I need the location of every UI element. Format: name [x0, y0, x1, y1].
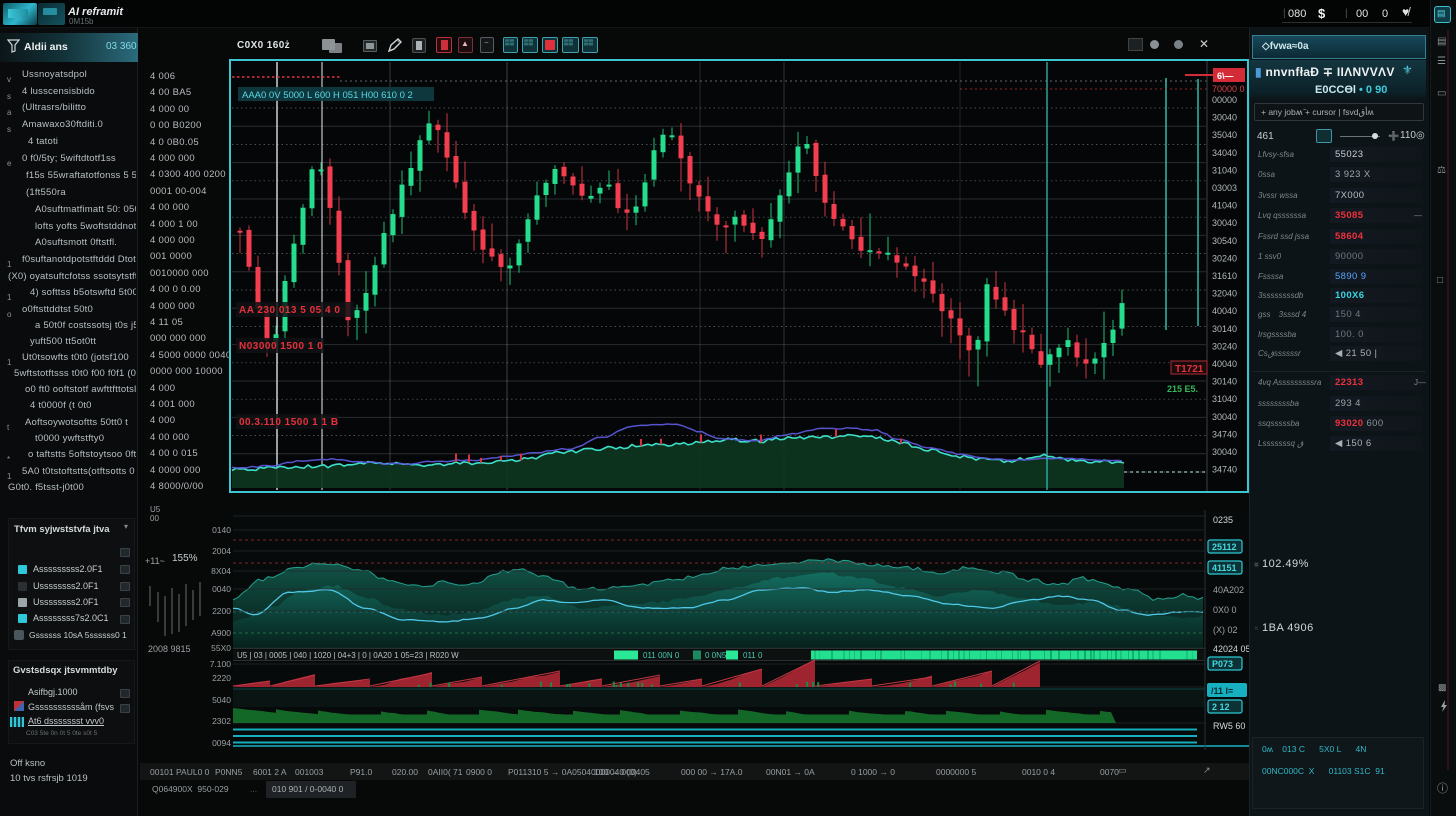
svg-text:30240: 30240 [1212, 253, 1237, 263]
svg-text:30040: 30040 [1212, 218, 1237, 228]
svg-text:31040: 31040 [1212, 165, 1237, 175]
svg-text:T1721: T1721 [1175, 364, 1204, 375]
svg-text:30140: 30140 [1212, 324, 1237, 334]
svg-text:2 12: 2 12 [1212, 702, 1230, 712]
svg-text:31040: 31040 [1212, 394, 1237, 404]
svg-text:40040: 40040 [1212, 359, 1237, 369]
svg-text:U5 | 03 | 0005 | 040 | 1020 |: U5 | 03 | 0005 | 040 | 1020 | 04+3 | 0 |… [237, 651, 459, 660]
svg-text:40040: 40040 [1212, 306, 1237, 316]
svg-text:N03000 1500 1 0: N03000 1500 1 0 [239, 341, 323, 352]
svg-text:30240: 30240 [1212, 341, 1237, 351]
svg-text:40A202: 40A202 [1213, 585, 1244, 595]
svg-text:RW5 60: RW5 60 [1213, 721, 1245, 731]
svg-text:34040: 34040 [1212, 148, 1237, 158]
svg-text:0235: 0235 [1213, 515, 1233, 525]
svg-text:215 E5.: 215 E5. [1167, 384, 1198, 394]
svg-text:41040: 41040 [1212, 201, 1237, 211]
svg-text:35040: 35040 [1212, 130, 1237, 140]
svg-text:P073: P073 [1212, 659, 1233, 669]
svg-text:70000 0: 70000 0 [1212, 84, 1245, 94]
svg-text:32040: 32040 [1212, 289, 1237, 299]
svg-text:30040: 30040 [1212, 113, 1237, 123]
svg-text:03003: 03003 [1212, 183, 1237, 193]
svg-text:6\—: 6\— [1217, 71, 1234, 81]
svg-text:30540: 30540 [1212, 236, 1237, 246]
svg-text:34740: 34740 [1212, 429, 1237, 439]
svg-text:011 00N 0: 011 00N 0 [643, 651, 680, 660]
svg-text:41151: 41151 [1212, 563, 1237, 573]
svg-text:(X) 02: (X) 02 [1213, 625, 1238, 635]
svg-text:30140: 30140 [1212, 377, 1237, 387]
svg-text:42024 05: 42024 05 [1213, 644, 1249, 654]
svg-text:00.3.110 1500 1 1 B: 00.3.110 1500 1 1 B [239, 417, 339, 428]
svg-text:AA 230 013 5 05 4 0: AA 230 013 5 05 4 0 [239, 305, 340, 316]
svg-text:00000: 00000 [1212, 95, 1237, 105]
svg-text:31610: 31610 [1212, 271, 1237, 281]
svg-text:34740: 34740 [1212, 465, 1237, 475]
svg-text:AAA0 0V 5000 L 600 H 051 H00 6: AAA0 0V 5000 L 600 H 051 H00 610 0 2 [242, 90, 413, 101]
svg-text:30040: 30040 [1212, 412, 1237, 422]
svg-text:0 0N5: 0 0N5 [705, 651, 727, 660]
svg-text:/11 l=: /11 l= [1211, 686, 1233, 696]
svg-text:011 0: 011 0 [743, 651, 763, 660]
svg-text:30040: 30040 [1212, 447, 1237, 457]
svg-text:25112: 25112 [1212, 542, 1237, 552]
svg-text:0X0 0: 0X0 0 [1213, 605, 1237, 615]
